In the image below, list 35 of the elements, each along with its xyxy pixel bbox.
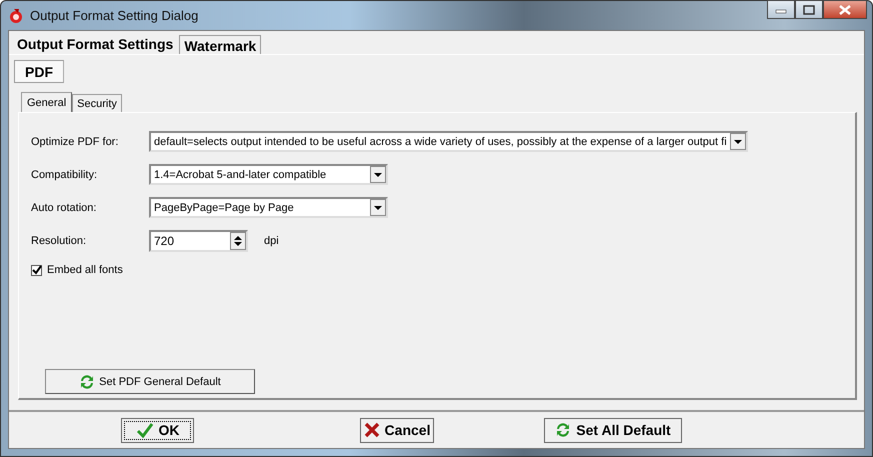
close-icon xyxy=(838,4,852,14)
checkbox[interactable] xyxy=(31,264,42,276)
caret-icon xyxy=(374,172,382,176)
tab[interactable]: Watermark xyxy=(179,35,262,54)
checkbox-label: Embed all fonts xyxy=(47,264,123,276)
app-icon xyxy=(8,8,24,24)
dropdown[interactable]: PageByPage=Page by Page xyxy=(149,197,388,218)
field-label: Auto rotation: xyxy=(31,202,98,214)
caret-icon xyxy=(374,206,382,210)
caret-icon xyxy=(734,140,742,144)
cross-icon xyxy=(364,422,380,438)
default-button[interactable]: Set PDF General Default xyxy=(45,369,255,394)
field-label: Resolution: xyxy=(31,234,88,246)
check-icon xyxy=(32,265,42,275)
field-label: Optimize PDF for: xyxy=(31,136,120,148)
spin-field[interactable]: 720 xyxy=(149,230,248,252)
maximize-icon xyxy=(803,4,815,14)
window-title: Output Format Setting Dialog xyxy=(30,8,198,23)
check-icon xyxy=(136,422,154,438)
tab[interactable]: PDF xyxy=(14,60,64,83)
button[interactable]: Cancel xyxy=(360,418,434,442)
button[interactable]: OK xyxy=(121,418,194,442)
dropdown[interactable]: default=selects output intended to be useful across a wide variety of uses, possibly at the expense of a larger output fi xyxy=(149,131,748,152)
maximize-button[interactable] xyxy=(795,0,823,19)
button[interactable]: Set All Default xyxy=(544,418,682,442)
dropdown[interactable]: 1.4=Acrobat 5-and-later compatible xyxy=(149,164,388,185)
unit-label: dpi xyxy=(264,234,279,246)
refresh-icon xyxy=(79,374,96,390)
minimize-button[interactable] xyxy=(767,0,795,19)
field-label: Compatibility: xyxy=(31,168,98,180)
close-button[interactable] xyxy=(823,0,867,19)
tab[interactable]: Security xyxy=(72,94,122,112)
tab[interactable]: General xyxy=(21,92,72,112)
refresh-icon xyxy=(555,422,572,438)
spin-buttons[interactable] xyxy=(230,232,246,250)
